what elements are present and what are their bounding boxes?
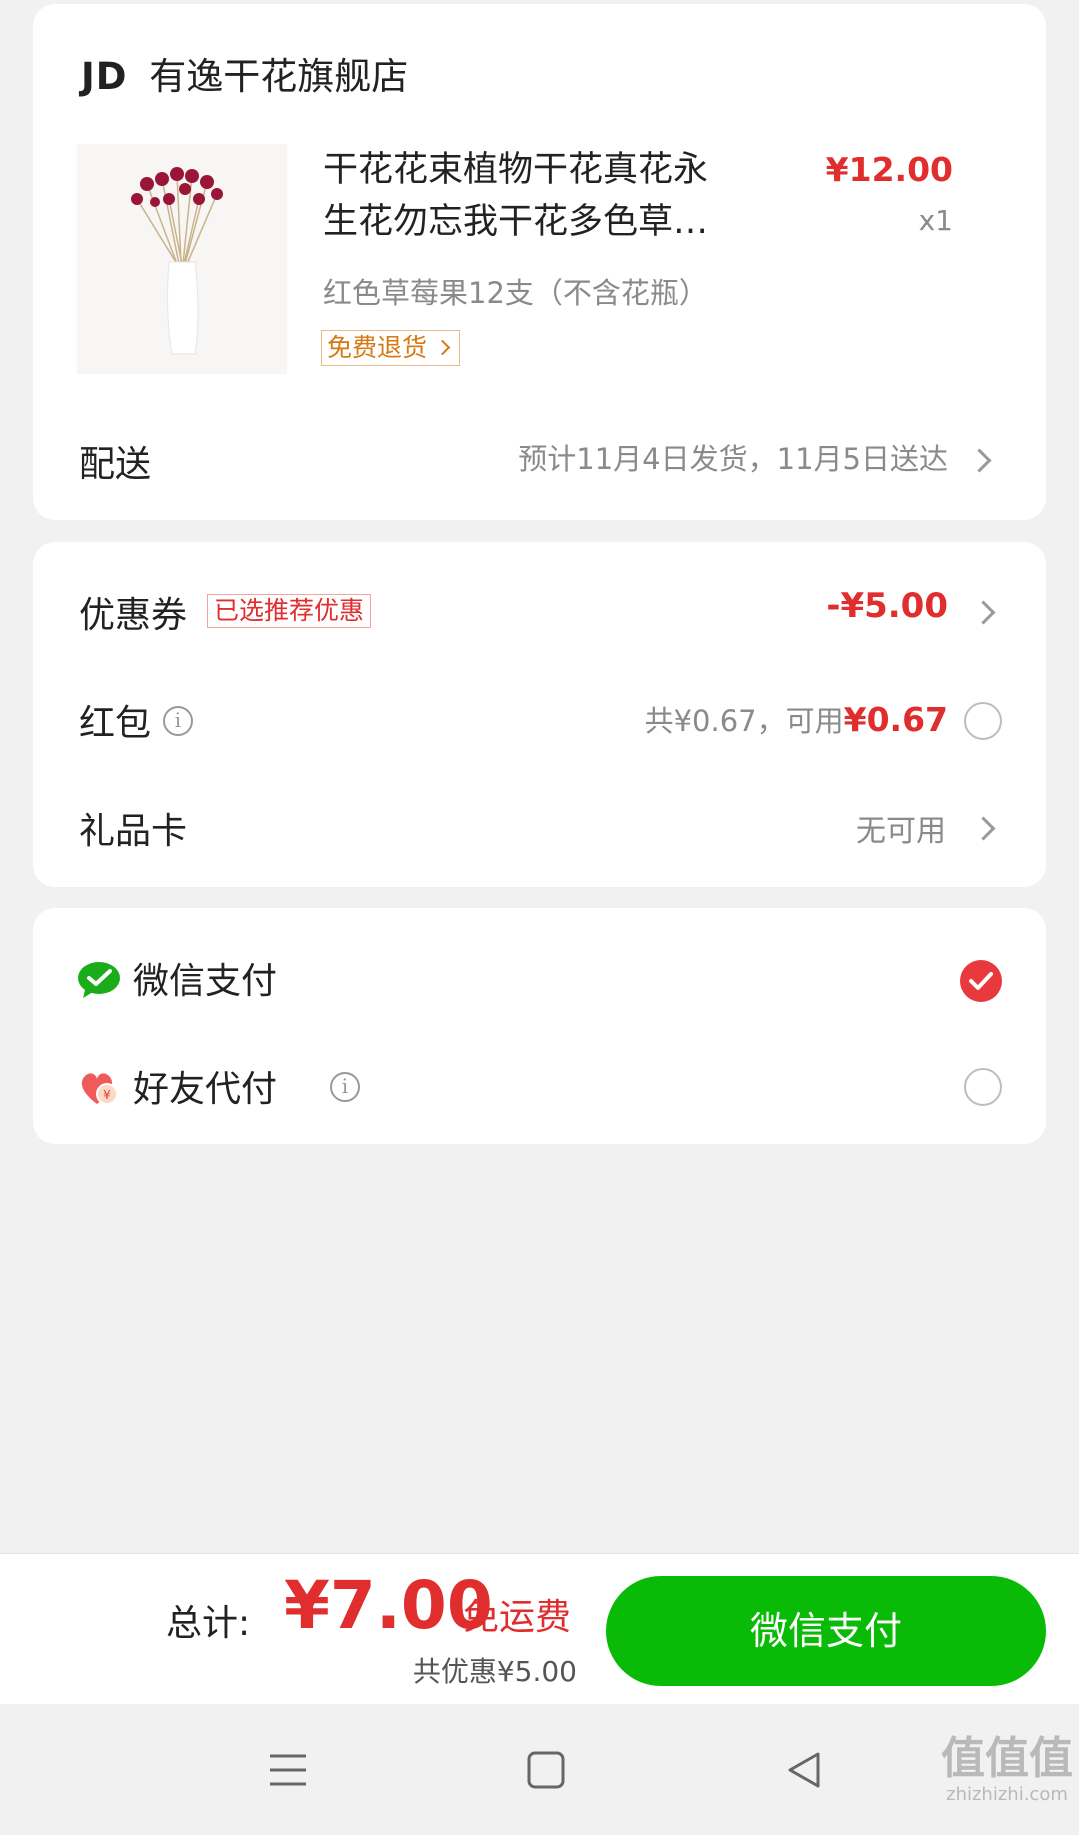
friend-pay-label: 好友代付 — [133, 1069, 278, 1110]
product-title-line1: 干花花束植物干花真花永 — [323, 150, 709, 190]
product-price: ¥12.00 — [825, 150, 953, 189]
chevron-right-icon — [967, 448, 992, 473]
total-label: 总计: — [166, 1603, 251, 1644]
flower-vase-image — [131, 167, 223, 355]
info-icon[interactable]: i — [330, 1072, 360, 1102]
giftcard-row[interactable]: 礼品卡 无可用 — [33, 798, 1046, 864]
coupon-label: 优惠券 — [79, 595, 188, 636]
shipping-label: 免运费 — [463, 1597, 572, 1638]
delivery-label: 配送 — [79, 444, 152, 485]
home-square-icon[interactable] — [526, 1750, 566, 1790]
wechat-pay-label: 微信支付 — [133, 961, 278, 1002]
chevron-right-icon — [971, 816, 996, 841]
redpacket-values: 共¥0.67，可用¥0.67 — [645, 698, 948, 740]
redpacket-label: 红包 — [79, 703, 152, 744]
menu-icon[interactable] — [268, 1750, 308, 1790]
wechat-pay-selected-radio[interactable] — [960, 960, 1002, 1002]
product-image[interactable] — [77, 144, 287, 374]
watermark-text: 值值值 — [941, 1733, 1073, 1784]
product-quantity: x1 — [918, 204, 953, 237]
coupon-tag: 已选推荐优惠 — [207, 594, 372, 628]
product-title-line2: 生花勿忘我干花多色草… — [323, 202, 709, 242]
coupon-value: -¥5.00 — [826, 586, 948, 626]
discount-card: 优惠券 已选推荐优惠 -¥5.00 红包 i 共¥0.67，可用¥0.67 礼品… — [33, 542, 1046, 887]
store-header[interactable]: JD 有逸干花旗舰店 — [81, 52, 408, 102]
delivery-value: 预计11月4日发货，11月5日送达 — [518, 442, 948, 476]
product-variant: 红色草莓果12支（不含花瓶） — [323, 276, 708, 310]
svg-text:¥: ¥ — [103, 1088, 111, 1102]
order-card: JD 有逸干花旗舰店 干花花束植物干花真花永 生花勿忘我干花多色草… ¥12.0 — [33, 4, 1046, 520]
watermark: 值值值 zhizhizhi.com — [941, 1733, 1073, 1806]
watermark-url: zhizhizhi.com — [946, 1784, 1068, 1805]
redpacket-total: 共¥0.67，可用 — [644, 704, 844, 738]
giftcard-value: 无可用 — [856, 814, 946, 849]
chevron-right-icon — [434, 339, 451, 356]
wechat-pay-button[interactable]: 微信支付 — [606, 1576, 1046, 1686]
free-return-badge: 免费退货 — [321, 330, 460, 366]
friend-pay-row[interactable]: ¥ 好友代付 i — [33, 1056, 1046, 1122]
product-title[interactable]: 干花花束植物干花真花永 生花勿忘我干花多色草… — [323, 144, 763, 248]
info-icon[interactable]: i — [163, 706, 193, 736]
free-return-label: 免费退货 — [327, 333, 428, 362]
coupon-row[interactable]: 优惠券 已选推荐优惠 -¥5.00 — [33, 582, 1046, 648]
friend-pay-heart-icon: ¥ — [81, 1073, 118, 1105]
checkmark-icon — [969, 972, 993, 990]
payment-card: 微信支付 ¥ 好友代付 i — [33, 908, 1046, 1144]
giftcard-label: 礼品卡 — [79, 811, 188, 852]
system-nav-bar: 值值值 zhizhizhi.com — [0, 1704, 1079, 1835]
total-value: ¥7.00 — [284, 1567, 493, 1644]
checkout-bar: 总计: ¥7.00 免运费 共优惠¥5.00 微信支付 — [0, 1553, 1079, 1704]
friend-pay-radio[interactable] — [964, 1068, 1002, 1106]
wechat-pay-icon — [78, 962, 120, 998]
back-triangle-icon[interactable] — [784, 1750, 824, 1790]
redpacket-row[interactable]: 红包 i 共¥0.67，可用¥0.67 — [33, 690, 1046, 756]
redpacket-radio[interactable] — [964, 702, 1002, 740]
chevron-right-icon — [971, 600, 996, 625]
delivery-row[interactable]: 配送 预计11月4日发货，11月5日送达 — [33, 424, 1046, 494]
wechat-pay-row[interactable]: 微信支付 — [33, 948, 1046, 1014]
store-name: 有逸干花旗舰店 — [149, 55, 409, 98]
saved-amount: 共优惠¥5.00 — [412, 1655, 577, 1688]
redpacket-available: ¥0.67 — [843, 700, 948, 739]
jd-logo: JD — [81, 55, 128, 98]
